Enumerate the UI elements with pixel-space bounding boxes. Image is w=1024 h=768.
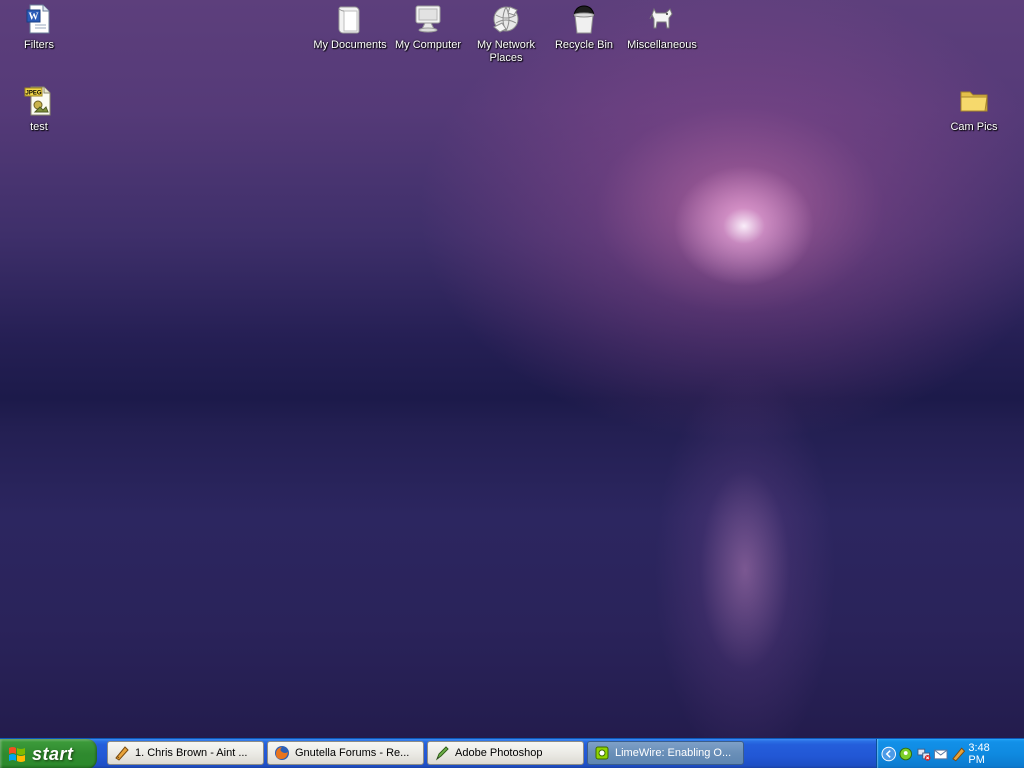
- windows-logo-icon: [9, 747, 25, 762]
- task-button-photoshop[interactable]: Adobe Photoshop: [427, 741, 584, 765]
- desktop-icon-my-computer[interactable]: My Computer: [389, 2, 467, 52]
- winamp-icon[interactable]: [951, 746, 966, 762]
- task-label: LimeWire: Enabling O...: [615, 747, 732, 759]
- start-button[interactable]: start: [0, 739, 97, 768]
- svg-text:W: W: [29, 12, 39, 23]
- mail-icon[interactable]: [933, 746, 948, 762]
- winamp-icon: [115, 746, 129, 761]
- desktop-icon-label: Recycle Bin: [554, 39, 614, 51]
- task-button-firefox[interactable]: Gnutella Forums - Re...: [267, 741, 424, 765]
- desktop-icon-label: My Network Places: [476, 39, 536, 64]
- task-button-winamp[interactable]: 1. Chris Brown - Aint ...: [107, 741, 264, 765]
- network-places-icon: [489, 2, 523, 36]
- taskbar: start 1. Chris Brown - Aint ... Gnutella…: [0, 738, 1024, 768]
- task-label: 1. Chris Brown - Aint ...: [135, 747, 248, 759]
- folder-icon: [957, 84, 991, 118]
- desktop-icon-label: My Documents: [313, 39, 387, 51]
- photoshop-icon: [435, 746, 449, 761]
- desktop-icon-filters[interactable]: W Filters: [0, 2, 78, 52]
- system-tray: 3:48 PM: [876, 739, 1024, 768]
- dog-icon: [645, 2, 679, 36]
- word-document-icon: W: [22, 2, 56, 36]
- show-hidden-icons-icon[interactable]: [881, 746, 896, 762]
- desktop-icon-cam-pics[interactable]: Cam Pics: [935, 84, 1013, 134]
- desktop-icon-miscellaneous[interactable]: Miscellaneous: [623, 2, 701, 52]
- recycle-bin-icon: [567, 2, 601, 36]
- task-button-limewire[interactable]: LimeWire: Enabling O...: [587, 741, 744, 765]
- task-label: Gnutella Forums - Re...: [295, 747, 410, 759]
- desktop-icon-label: Cam Pics: [950, 121, 998, 133]
- jpeg-file-icon: JPEG: [22, 84, 56, 118]
- desktop-icon-label: test: [30, 121, 48, 133]
- desktop-icon-label: Miscellaneous: [627, 39, 697, 51]
- limewire-icon: [595, 746, 609, 760]
- desktop-icon-recycle-bin[interactable]: Recycle Bin: [545, 2, 623, 52]
- desktop-icon-label: Filters: [24, 39, 54, 51]
- firefox-icon: [275, 746, 289, 760]
- messenger-icon[interactable]: [898, 746, 913, 762]
- start-label: start: [32, 743, 74, 764]
- my-computer-icon: [411, 2, 445, 36]
- network-icon[interactable]: [916, 746, 931, 762]
- desktop-icon-network-places[interactable]: My Network Places: [467, 2, 545, 65]
- desktop-icon-my-documents[interactable]: My Documents: [311, 2, 389, 52]
- jpeg-badge: JPEG: [25, 91, 41, 97]
- desktop-icon-label: My Computer: [394, 39, 462, 51]
- my-documents-icon: [333, 2, 367, 36]
- taskbar-tasks: 1. Chris Brown - Aint ... Gnutella Forum…: [107, 741, 744, 767]
- desktop[interactable]: W Filters JPEG test My Documents My Comp…: [0, 0, 1024, 738]
- desktop-icon-test[interactable]: JPEG test: [0, 84, 78, 134]
- clock[interactable]: 3:48 PM: [968, 742, 1008, 766]
- task-label: Adobe Photoshop: [455, 747, 543, 759]
